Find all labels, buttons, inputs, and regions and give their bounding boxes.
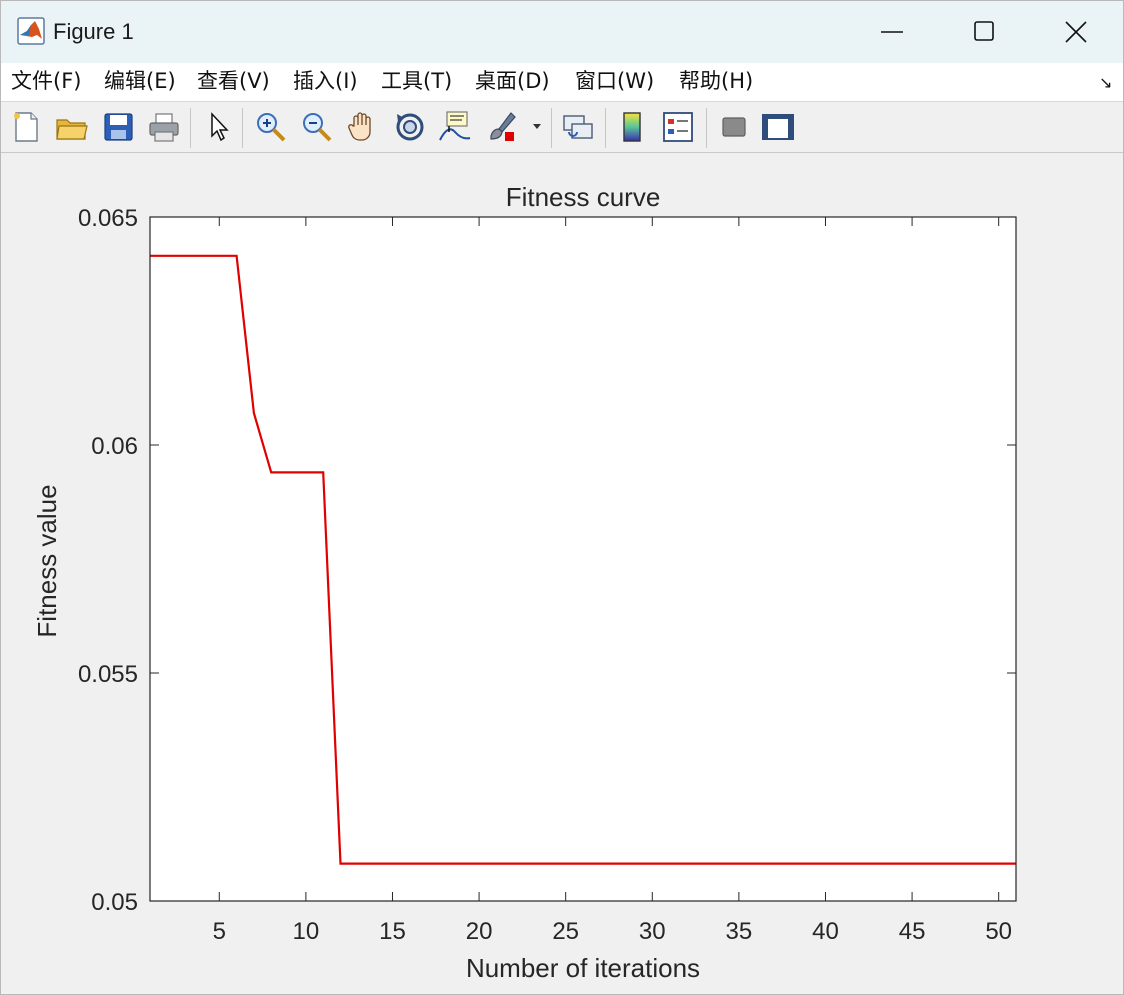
y-tick-label: 0.06 bbox=[91, 433, 138, 460]
maximize-button[interactable] bbox=[938, 1, 1030, 63]
window-title: Figure 1 bbox=[53, 19, 134, 44]
show-plot-tools-icon bbox=[762, 114, 794, 140]
hide-plot-tools-icon bbox=[722, 117, 746, 137]
brush-button[interactable] bbox=[485, 110, 519, 144]
x-tick-label: 50 bbox=[985, 918, 1012, 945]
insert-legend-button[interactable] bbox=[661, 110, 695, 144]
close-button[interactable] bbox=[1030, 1, 1122, 63]
edit-plot-button[interactable] bbox=[203, 110, 237, 144]
toolbar-separator bbox=[605, 108, 606, 148]
toolbar-separator bbox=[242, 108, 243, 148]
x-tick-label: 25 bbox=[552, 918, 579, 945]
menu-desktop[interactable]: 桌面(D) bbox=[475, 66, 550, 96]
hide-plot-tools-button[interactable] bbox=[717, 110, 751, 144]
axes: 5 10 15 20 25 30 35 40 45 50 0.05 0.055 0.06 0.065 bbox=[78, 205, 1017, 945]
zoom-in-button[interactable] bbox=[254, 110, 288, 144]
print-icon bbox=[149, 113, 179, 142]
menu-help[interactable]: 帮助(H) bbox=[679, 66, 753, 96]
x-tick-label: 10 bbox=[293, 918, 320, 945]
open-file-icon bbox=[56, 119, 88, 140]
data-cursor-icon bbox=[439, 111, 471, 141]
y-axis-label: Fitness value bbox=[32, 484, 62, 637]
insert-legend-icon bbox=[663, 112, 693, 142]
plot-background bbox=[150, 217, 1016, 901]
pan-button[interactable] bbox=[346, 110, 380, 144]
pan-hand-icon bbox=[348, 112, 371, 141]
x-tick-label: 15 bbox=[379, 918, 406, 945]
minimize-icon bbox=[881, 31, 903, 33]
brush-dropdown-button[interactable] bbox=[529, 110, 545, 144]
title-bar[interactable]: Figure 1 bbox=[1, 1, 1123, 63]
toolbar-separator bbox=[706, 108, 707, 148]
matlab-icon bbox=[17, 17, 45, 45]
figure-canvas[interactable]: 5 10 15 20 25 30 35 40 45 50 0.05 0.055 0.06 0.065 Fi… bbox=[2, 153, 1123, 994]
y-tick-label: 0.05 bbox=[91, 889, 138, 916]
zoom-out-button[interactable] bbox=[300, 110, 334, 144]
figure-toolbar bbox=[1, 102, 1123, 153]
rotate-3d-icon bbox=[396, 113, 424, 141]
print-button[interactable] bbox=[147, 110, 181, 144]
toolbar-separator bbox=[551, 108, 552, 148]
menu-view[interactable]: 查看(V) bbox=[197, 66, 270, 96]
chart-title: Fitness curve bbox=[506, 182, 661, 212]
link-plot-button[interactable] bbox=[561, 110, 595, 144]
x-tick-label: 5 bbox=[213, 918, 226, 945]
menu-bar: 文件(F) 编辑(E) 查看(V) 插入(I) 工具(T) 桌面(D) 窗口(W… bbox=[1, 63, 1123, 102]
insert-colorbar-button[interactable] bbox=[616, 110, 650, 144]
y-tick-label: 0.055 bbox=[78, 661, 138, 688]
figure-window: Figure 1 文件(F) 编辑(E) 查看(V) 插入(I) 工具(T) 桌… bbox=[0, 0, 1124, 995]
x-tick-label: 40 bbox=[812, 918, 839, 945]
x-axis-label: Number of iterations bbox=[466, 953, 700, 983]
undock-arrow-icon[interactable]: ↘ bbox=[1099, 73, 1112, 92]
new-figure-icon bbox=[14, 112, 38, 142]
close-icon bbox=[1065, 21, 1087, 43]
y-tick-label: 0.065 bbox=[78, 205, 138, 232]
open-file-button[interactable] bbox=[55, 110, 89, 144]
rotate-3d-button[interactable] bbox=[393, 110, 427, 144]
x-tick-label: 35 bbox=[726, 918, 753, 945]
show-plot-tools-button[interactable] bbox=[761, 110, 795, 144]
link-plot-icon bbox=[563, 115, 593, 139]
x-tick-label: 20 bbox=[466, 918, 493, 945]
brush-icon bbox=[490, 112, 516, 141]
menu-edit[interactable]: 编辑(E) bbox=[104, 66, 176, 96]
edit-plot-pointer-icon bbox=[211, 112, 229, 142]
menu-insert[interactable]: 插入(I) bbox=[293, 66, 358, 96]
save-icon bbox=[104, 113, 133, 141]
insert-colorbar-icon bbox=[623, 112, 641, 142]
new-figure-button[interactable] bbox=[9, 110, 43, 144]
x-tick-label: 45 bbox=[899, 918, 926, 945]
chevron-down-icon bbox=[533, 124, 541, 129]
menu-tools[interactable]: 工具(T) bbox=[381, 66, 452, 96]
toolbar-separator bbox=[190, 108, 191, 148]
maximize-icon bbox=[974, 21, 994, 41]
data-cursor-button[interactable] bbox=[438, 110, 472, 144]
x-tick-label: 30 bbox=[639, 918, 666, 945]
zoom-out-icon bbox=[303, 113, 332, 142]
save-button[interactable] bbox=[102, 110, 136, 144]
zoom-in-icon bbox=[257, 113, 286, 142]
menu-window[interactable]: 窗口(W) bbox=[575, 66, 654, 96]
fitness-curve-chart: 5 10 15 20 25 30 35 40 45 50 0.05 0.055 0.06 0.065 Fi… bbox=[32, 182, 1017, 983]
minimize-button[interactable] bbox=[846, 1, 938, 63]
menu-file[interactable]: 文件(F) bbox=[11, 66, 81, 96]
